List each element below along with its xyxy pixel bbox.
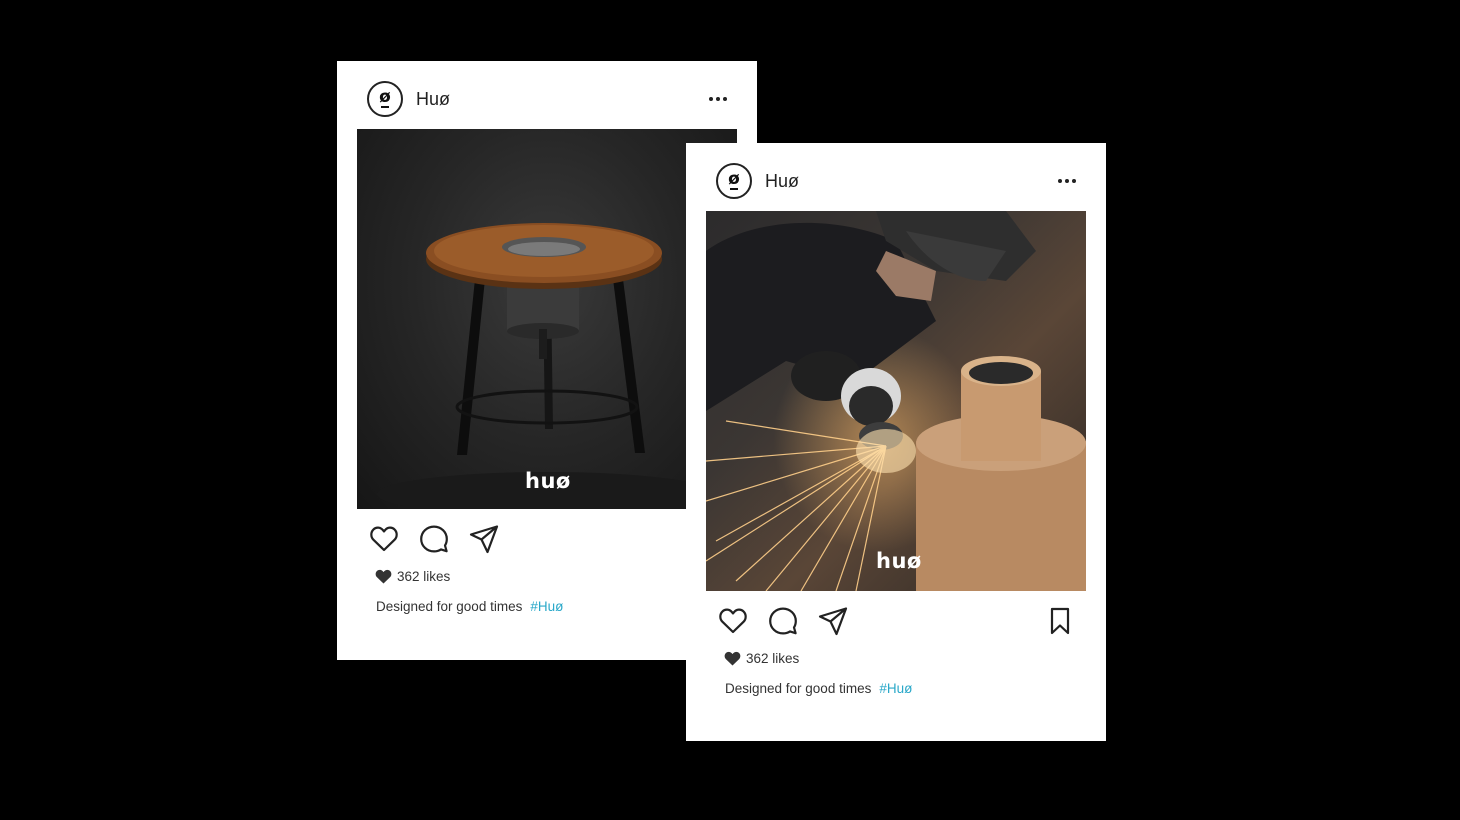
heart-icon[interactable]: [717, 605, 749, 637]
logo-underline: [381, 106, 389, 108]
likes-count[interactable]: 362 likes: [724, 651, 799, 666]
post-caption: Designed for good times #Huø: [725, 681, 912, 696]
bookmark-icon[interactable]: [1044, 605, 1076, 637]
post-caption: Designed for good times #Huø: [376, 599, 563, 614]
caption-text: Designed for good times: [725, 681, 872, 696]
post-header: ø Huø: [367, 78, 729, 120]
heart-filled-icon: [375, 569, 392, 584]
share-icon[interactable]: [468, 523, 500, 555]
heart-filled-icon: [724, 651, 741, 666]
huo-logo-icon: ø: [379, 86, 391, 107]
post-photo[interactable]: huø: [706, 211, 1086, 591]
hashtag-link[interactable]: #Huø: [530, 599, 563, 614]
likes-label: 362 likes: [397, 569, 451, 584]
more-horizontal-icon[interactable]: [707, 91, 729, 107]
welder-grinding-illustration: [706, 211, 1086, 591]
avatar[interactable]: ø: [367, 81, 403, 117]
likes-label: 362 likes: [746, 651, 800, 666]
avatar[interactable]: ø: [716, 163, 752, 199]
photo-watermark: huø: [876, 549, 922, 573]
huo-logo-icon: ø: [728, 168, 740, 189]
post-actions: [717, 605, 1076, 637]
post-actions: [368, 523, 727, 555]
share-icon[interactable]: [817, 605, 849, 637]
comment-icon[interactable]: [418, 523, 450, 555]
hashtag-link[interactable]: #Huø: [879, 681, 912, 696]
more-horizontal-icon[interactable]: [1056, 173, 1078, 189]
account-name[interactable]: Huø: [765, 171, 799, 192]
logo-underline: [730, 188, 738, 190]
post-photo[interactable]: huø: [357, 129, 737, 509]
comment-icon[interactable]: [767, 605, 799, 637]
likes-count[interactable]: 362 likes: [375, 569, 450, 584]
photo-watermark: huø: [525, 469, 571, 493]
post-header: ø Huø: [716, 160, 1078, 202]
caption-text: Designed for good times: [376, 599, 523, 614]
post-card: ø Huø huø 362 likes Designed for good ti…: [686, 143, 1106, 741]
fire-pit-table-illustration: [377, 223, 717, 509]
stage: ø Huø huø 362 likes Designed for good ti…: [0, 0, 1460, 820]
account-name[interactable]: Huø: [416, 89, 450, 110]
heart-icon[interactable]: [368, 523, 400, 555]
